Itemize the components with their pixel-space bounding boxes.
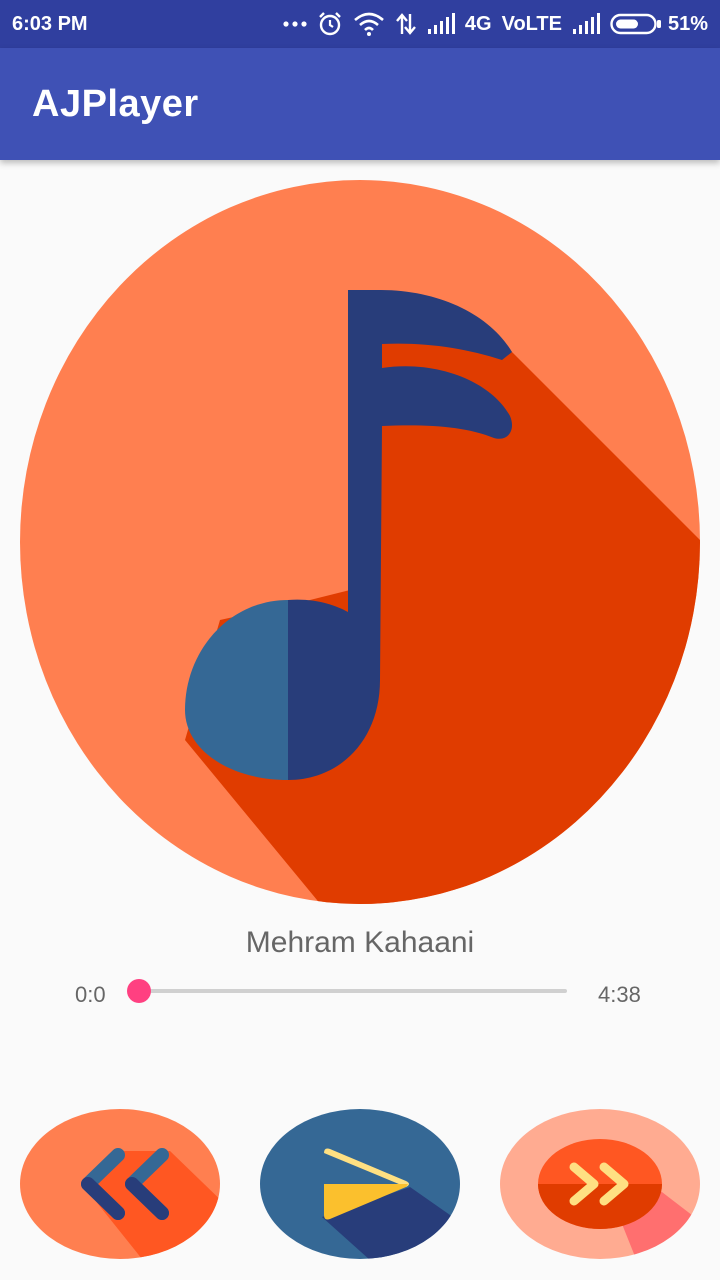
app-bar: AJPlayer (0, 48, 720, 160)
app-title: AJPlayer (32, 82, 199, 125)
battery-percent: 51% (667, 12, 708, 35)
total-time: 4:38 (598, 982, 641, 1007)
play-button[interactable] (260, 1109, 460, 1259)
next-button[interactable] (500, 1109, 700, 1259)
more-dots-icon (283, 20, 307, 28)
status-bar: 6:03 PM 4G VoLTE 51% (0, 0, 720, 48)
seek-bar[interactable] (127, 979, 567, 1003)
volte-label: VoLTE (501, 12, 562, 35)
status-time: 6:03 PM (12, 12, 88, 35)
status-icons: 4G VoLTE 51% (283, 11, 708, 37)
previous-button[interactable] (20, 1109, 220, 1259)
album-art (20, 180, 700, 904)
battery-icon (610, 13, 661, 35)
signal-icon-2 (572, 13, 600, 35)
wifi-icon (353, 12, 385, 36)
seek-thumb[interactable] (127, 979, 151, 1003)
signal-icon (427, 13, 455, 35)
current-time: 0:0 (75, 982, 106, 1007)
alarm-icon (317, 11, 343, 37)
song-title: Mehram Kahaani (245, 926, 475, 959)
data-arrows-icon (395, 12, 417, 36)
battery: 51% (610, 13, 708, 36)
network-type: 4G (464, 12, 492, 35)
